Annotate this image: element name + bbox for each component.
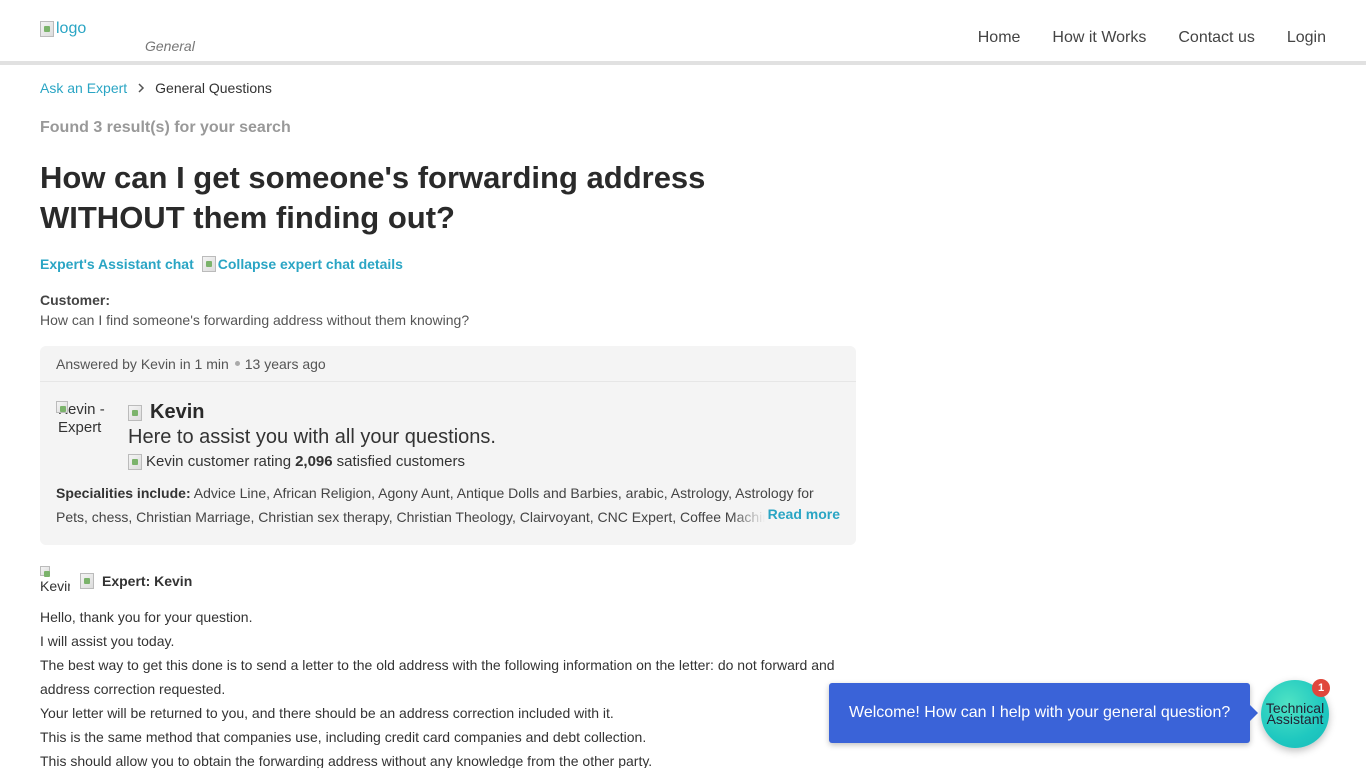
answer-line: The best way to get this done is to send… xyxy=(40,657,835,697)
separator-dot xyxy=(234,361,240,366)
site-header: logo General Home How it Works Contact u… xyxy=(0,0,1366,65)
expert-avatar[interactable]: Kevin - Expert xyxy=(56,401,112,453)
expert-rating-row: Kevin customer rating 2,096 satisfied cu… xyxy=(128,453,496,470)
rating-image-icon xyxy=(128,453,142,470)
satisfied-count: 2,096 xyxy=(295,453,333,470)
logo-link[interactable]: logo xyxy=(40,20,86,38)
answer-line: This should allow you to obtain the forw… xyxy=(40,753,653,768)
expert-answer-body: Hello, thank you for your question. I wi… xyxy=(40,605,850,768)
nav-how-it-works[interactable]: How it Works xyxy=(1052,29,1146,47)
expert-tagline: Here to assist you with all your questio… xyxy=(128,426,496,448)
assistant-label-line2: Assistant xyxy=(1266,711,1324,727)
rating-alt-text: Kevin customer rating xyxy=(146,453,292,470)
answer-line: Your letter will be returned to you, and… xyxy=(40,705,614,721)
nav-home[interactable]: Home xyxy=(978,29,1021,47)
chat-welcome-bubble[interactable]: Welcome! How can I help with your genera… xyxy=(829,683,1258,743)
satisfied-label: satisfied customers xyxy=(336,453,466,470)
answered-by: Answered by Kevin in 1 min xyxy=(56,355,229,372)
chevron-right-icon xyxy=(137,80,145,96)
answer-line: Hello, thank you for your question. xyxy=(40,609,253,625)
category-label: General xyxy=(145,38,195,54)
expert-answer-header: Kevin Expert: Kevin xyxy=(40,566,192,596)
collapse-image-icon xyxy=(201,256,216,272)
logo-alt-text: logo xyxy=(56,20,87,37)
chat-welcome-text: Welcome! How can I help with your genera… xyxy=(849,704,1231,721)
answer-meta: Answered by Kevin in 1 min 13 years ago xyxy=(40,346,856,382)
notification-badge: 1 xyxy=(1312,679,1330,697)
breadcrumb-ask-an-expert[interactable]: Ask an Expert xyxy=(40,80,127,96)
answer-age: 13 years ago xyxy=(244,355,326,372)
avatar-image-icon xyxy=(56,401,68,413)
breadcrumb-current: General Questions xyxy=(155,80,272,96)
collapse-chat-details-text: Collapse expert chat details xyxy=(217,256,403,272)
read-more-link[interactable]: Read more xyxy=(768,506,840,522)
main-nav: Home How it Works Contact us Login xyxy=(978,29,1326,47)
logo-image-icon xyxy=(40,21,54,37)
customer-question: How can I find someone's forwarding addr… xyxy=(40,312,470,328)
expert-answer-label-row: Expert: Kevin xyxy=(80,573,192,589)
answer-card: Answered by Kevin in 1 min 13 years ago … xyxy=(40,346,856,545)
experts-assistant-chat-link[interactable]: Expert's Assistant chat xyxy=(40,256,194,272)
expert-name-row: Kevin xyxy=(128,401,496,424)
expert-name[interactable]: Kevin xyxy=(150,401,204,424)
small-avatar-alt-text: Kevin xyxy=(40,578,70,594)
expert-badge-icon xyxy=(80,573,94,589)
small-avatar-image-icon xyxy=(40,566,50,577)
expert-answer-label: Expert: Kevin xyxy=(102,573,193,589)
search-result-count: Found 3 result(s) for your search xyxy=(40,119,291,136)
question-title: How can I get someone's forwarding addre… xyxy=(40,160,706,235)
expert-profile: Kevin - Expert Kevin Here to assist you … xyxy=(56,401,496,470)
specialities: Specialities include: Advice Line, Afric… xyxy=(56,481,842,529)
collapse-chat-details-link[interactable]: Collapse expert chat details xyxy=(201,256,403,272)
answer-line: This is the same method that companies u… xyxy=(40,729,647,745)
expert-small-avatar: Kevin xyxy=(40,566,70,596)
breadcrumb: Ask an Expert General Questions xyxy=(40,80,272,96)
customer-label: Customer: xyxy=(40,292,111,308)
nav-login[interactable]: Login xyxy=(1287,29,1326,47)
expert-info: Kevin Here to assist you with all your q… xyxy=(128,401,496,470)
verified-badge-icon xyxy=(128,404,142,421)
nav-contact-us[interactable]: Contact us xyxy=(1178,29,1254,47)
chat-links: Expert's Assistant chat Collapse expert … xyxy=(40,256,403,272)
specialities-label: Specialities include: xyxy=(56,485,191,501)
answer-line: I will assist you today. xyxy=(40,633,175,649)
